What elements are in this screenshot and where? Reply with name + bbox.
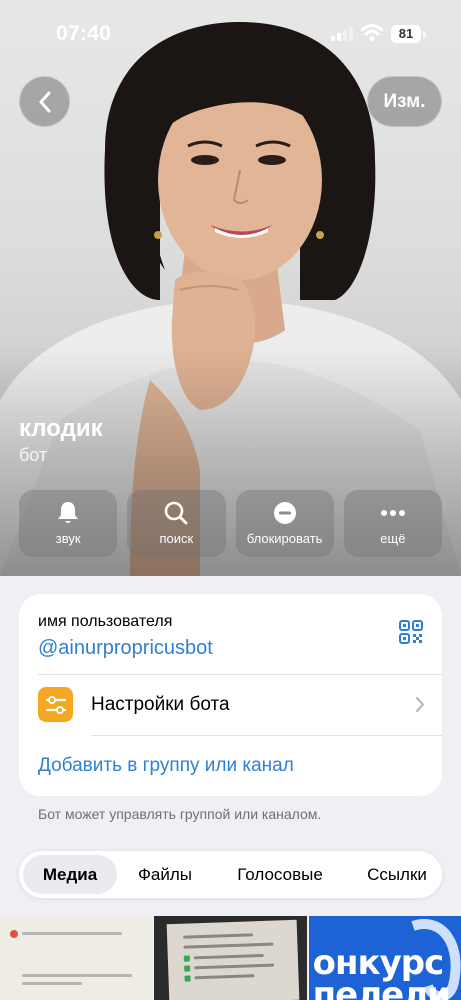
search-button[interactable]: поиск (127, 490, 226, 557)
bot-settings-label: Настройки бота (91, 694, 230, 715)
bot-note: Бот может управлять группой или каналом. (38, 806, 322, 822)
check-mark (184, 965, 191, 972)
media-tabs: Медиа Файлы Голосовые Ссылки (19, 851, 442, 898)
text-line (183, 942, 274, 949)
status-bar: 07:40 81 (0, 0, 461, 60)
edit-button[interactable]: Изм. (367, 76, 442, 127)
more-icon (380, 510, 405, 516)
text-line (194, 963, 275, 970)
battery-icon: 81 (391, 25, 421, 43)
check-mark (184, 955, 191, 962)
more-button[interactable]: ещё (343, 490, 442, 557)
tab-files[interactable]: Файлы (125, 855, 205, 894)
text-line (22, 974, 132, 977)
more-button-label: ещё (380, 531, 406, 546)
text-line (22, 982, 82, 985)
tab-voice[interactable]: Голосовые (219, 855, 341, 894)
text-line (194, 953, 265, 960)
block-button[interactable]: блокировать (235, 490, 334, 557)
profile-subtitle: бот (19, 445, 48, 465)
check-mark (184, 975, 191, 982)
sliders-icon (45, 695, 66, 714)
profile-photo-header: 07:40 81 Изм. клодик бот звук поиск блок… (0, 0, 461, 576)
divider (91, 735, 442, 736)
media-thumbnail[interactable]: онкурс пелели (308, 916, 461, 1000)
wifi-icon (361, 24, 383, 41)
bot-settings-icon (38, 687, 73, 722)
block-icon (273, 502, 296, 524)
mute-button-label: звук (55, 531, 81, 546)
chevron-left-icon (39, 91, 50, 112)
chevron-right-icon (415, 696, 425, 713)
tab-media[interactable]: Медиа (23, 855, 117, 894)
status-time: 07:40 (56, 22, 112, 45)
username-label: имя пользователя (38, 613, 173, 630)
profile-name: клодик (19, 415, 103, 442)
text-line (22, 932, 122, 935)
info-card: имя пользователя @ainurpropricusbot Наст… (19, 594, 442, 796)
username-value[interactable]: @ainurpropricusbot (38, 637, 213, 660)
qr-code-icon[interactable] (399, 620, 423, 644)
media-thumbnail[interactable] (0, 916, 153, 1000)
media-thumbnail[interactable] (154, 916, 307, 1000)
search-icon (165, 501, 188, 525)
cellular-signal-icon (331, 27, 353, 41)
warning-dot (10, 930, 18, 938)
back-button[interactable] (19, 76, 70, 127)
bell-icon (58, 502, 79, 523)
battery-tip (423, 31, 426, 38)
text-line (194, 974, 255, 980)
add-to-group-link[interactable]: Добавить в группу или канал (38, 755, 294, 777)
tab-links[interactable]: Ссылки (355, 855, 439, 894)
text-line (183, 933, 254, 939)
mute-button[interactable]: звук (19, 490, 118, 557)
media-grid: онкурс пелели (0, 916, 461, 1000)
screen-photo (166, 919, 300, 1000)
search-button-label: поиск (159, 531, 194, 546)
bot-settings-row[interactable]: Настройки бота (19, 674, 442, 735)
block-button-label: блокировать (246, 531, 323, 546)
action-buttons: звук поиск блокировать ещё (19, 490, 442, 557)
thumbnail-text-line-2: пелели (312, 975, 451, 1000)
